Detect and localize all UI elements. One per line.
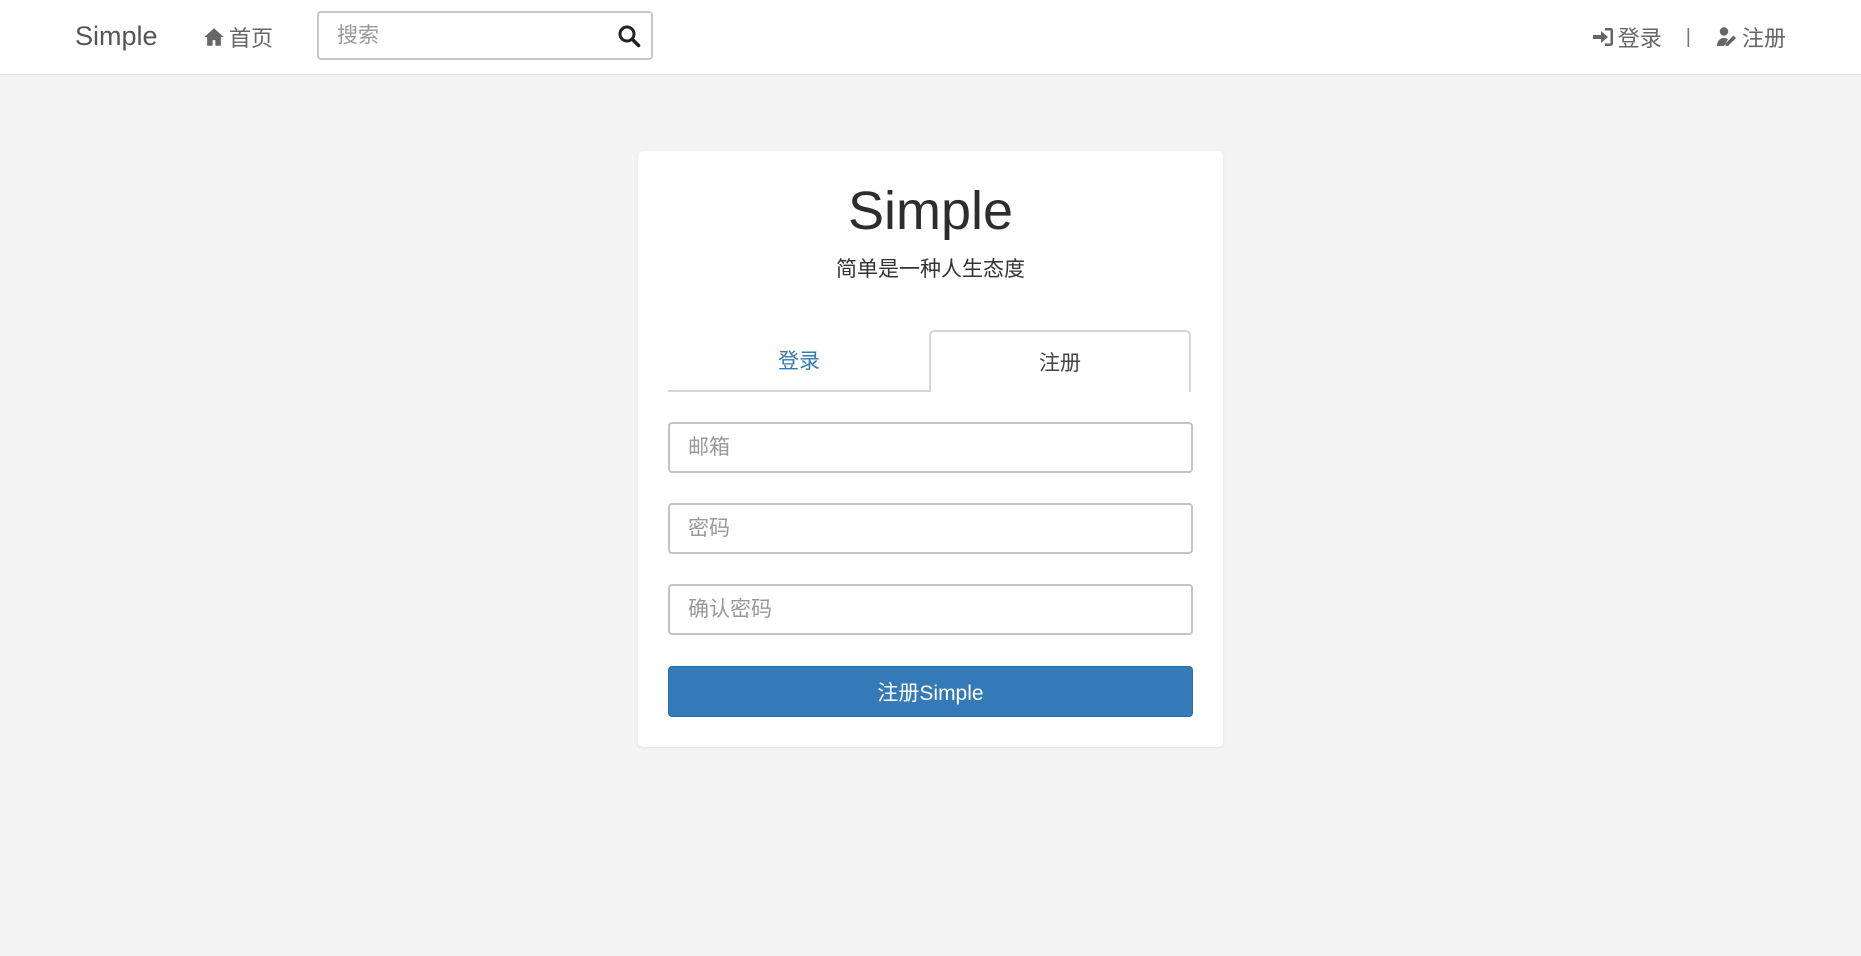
sign-in-icon [1591,25,1615,49]
search-icon[interactable] [617,24,641,48]
nav-home-link[interactable]: 首页 [203,22,273,52]
register-submit-button[interactable]: 注册Simple [668,666,1193,717]
tab-login[interactable]: 登录 [668,330,930,392]
brand-logo[interactable]: Simple [75,18,158,54]
auth-tabs: 登录 注册 [668,330,1191,392]
nav-separator: | [1685,25,1691,48]
home-icon [203,26,225,48]
user-edit-icon [1715,25,1739,49]
email-field[interactable] [668,422,1193,473]
register-card: Simple 简单是一种人生态度 登录 注册 注册Simple [638,151,1223,747]
search-input[interactable] [319,13,599,58]
nav-register-link[interactable]: 注册 [1715,21,1786,53]
search-bar [317,11,653,60]
nav-home-label: 首页 [229,26,274,51]
password-field[interactable] [668,503,1193,554]
nav-register-label: 注册 [1741,26,1786,51]
card-title: Simple [847,181,1014,241]
nav-login-label: 登录 [1617,26,1662,51]
card-subtitle: 简单是一种人生态度 [836,258,1025,281]
top-navbar: Simple 首页 登录 | [0,0,1861,75]
confirm-password-field[interactable] [668,584,1193,635]
nav-login-link[interactable]: 登录 [1591,21,1662,53]
tab-register[interactable]: 注册 [929,330,1191,392]
nav-account-links: 登录 | 注册 [1591,22,1786,52]
